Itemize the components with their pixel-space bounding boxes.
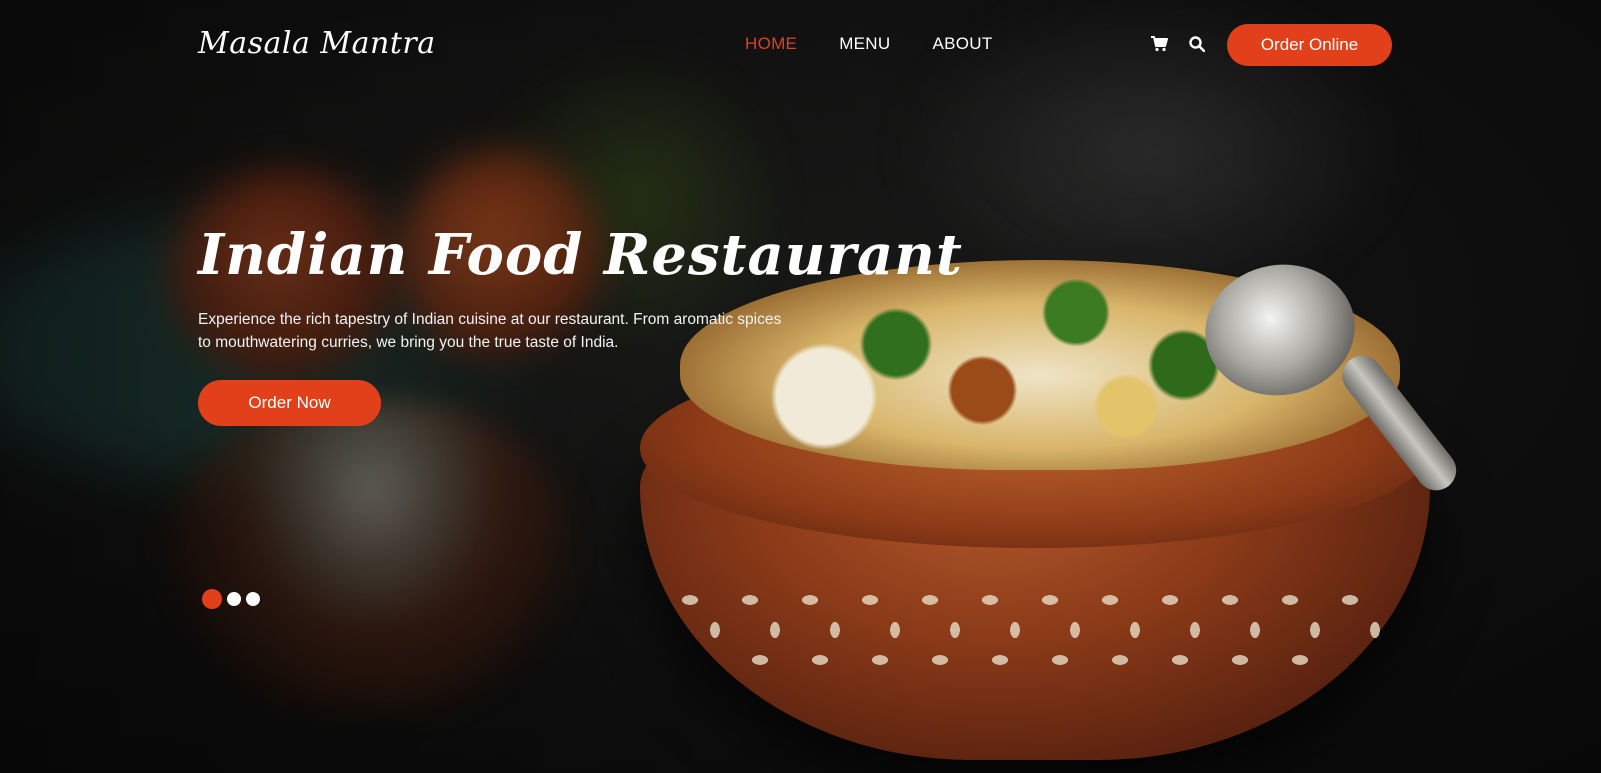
main-nav: HOME MENU ABOUT	[745, 34, 993, 54]
nav-item-home[interactable]: HOME	[745, 34, 797, 54]
slider-dot-3[interactable]	[246, 592, 260, 606]
nav-item-menu[interactable]: MENU	[839, 34, 890, 54]
search-icon	[1189, 36, 1205, 52]
slider-dot-1[interactable]	[202, 589, 222, 609]
slider-dots	[202, 589, 260, 609]
brand-logo[interactable]: Masala Mantra	[198, 26, 436, 61]
slider-dot-2[interactable]	[227, 592, 241, 606]
order-now-button[interactable]: Order Now	[198, 380, 381, 426]
order-online-button[interactable]: Order Online	[1227, 24, 1392, 66]
cart-icon	[1151, 36, 1168, 52]
search-icon[interactable]	[1186, 33, 1208, 55]
nav-item-about[interactable]: ABOUT	[932, 34, 992, 54]
site-header: Masala Mantra HOME MENU ABOUT Order Onli…	[0, 0, 1601, 90]
hero-description: Experience the rich tapestry of Indian c…	[198, 311, 782, 351]
hero-title: Indian Food Restaurant	[198, 222, 963, 288]
cart-icon[interactable]	[1148, 33, 1170, 55]
